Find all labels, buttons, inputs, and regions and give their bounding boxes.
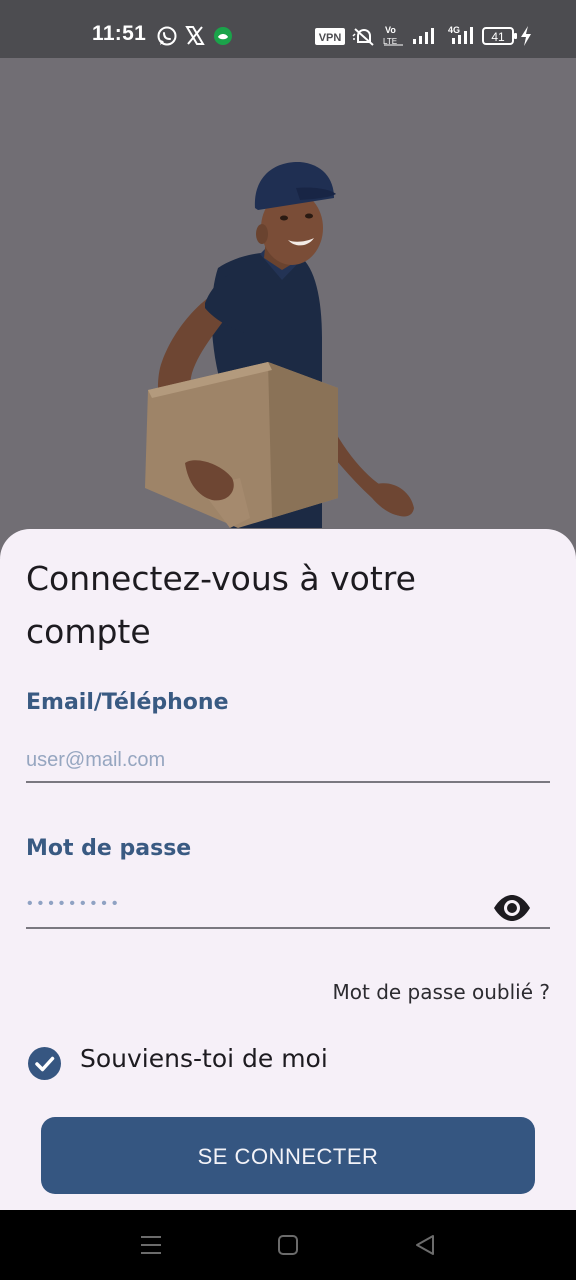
mute-icon bbox=[352, 28, 374, 46]
forgot-password-link[interactable]: Mot de passe oublié ? bbox=[333, 980, 551, 1004]
x-icon bbox=[185, 26, 205, 45]
vpn-icon: VPN bbox=[315, 28, 345, 45]
checkmark-icon bbox=[35, 1056, 55, 1072]
page-title: Connectez-vous à votre compte bbox=[26, 559, 416, 651]
email-field[interactable] bbox=[26, 739, 550, 783]
delivery-man-illustration bbox=[145, 161, 414, 529]
password-masked-value: ••••••••• bbox=[27, 895, 123, 912]
signal-4g-icon: 4G bbox=[448, 25, 473, 44]
svg-text:Vo: Vo bbox=[385, 25, 396, 35]
status-bar: 11:51 VPN Vo LTE 4G 41 bbox=[0, 0, 576, 58]
vpn-badge-text: VPN bbox=[319, 32, 342, 44]
menu-icon[interactable] bbox=[140, 1234, 162, 1256]
battery-icon: 41 bbox=[482, 27, 517, 45]
navigation-bar bbox=[0, 1210, 576, 1280]
hero-image bbox=[0, 58, 576, 558]
password-label: Mot de passe bbox=[26, 836, 192, 861]
charging-icon bbox=[521, 26, 531, 46]
home-icon[interactable] bbox=[277, 1234, 299, 1256]
show-password-icon[interactable] bbox=[492, 890, 532, 926]
whatsapp-icon bbox=[157, 26, 177, 46]
login-button[interactable]: SE CONNECTER bbox=[41, 1117, 535, 1194]
remember-me-label: Souviens-toi de moi bbox=[80, 1044, 328, 1073]
battery-level-text: 41 bbox=[491, 30, 505, 44]
signal-icon bbox=[413, 28, 434, 44]
volte-icon: Vo LTE bbox=[383, 25, 403, 46]
email-label: Email/Téléphone bbox=[26, 690, 229, 715]
remember-me-checkbox[interactable] bbox=[28, 1047, 61, 1080]
network-type-text: 4G bbox=[448, 25, 460, 35]
status-time: 11:51 bbox=[92, 22, 147, 45]
app-notification-icon bbox=[214, 27, 232, 45]
back-icon[interactable] bbox=[414, 1234, 436, 1256]
